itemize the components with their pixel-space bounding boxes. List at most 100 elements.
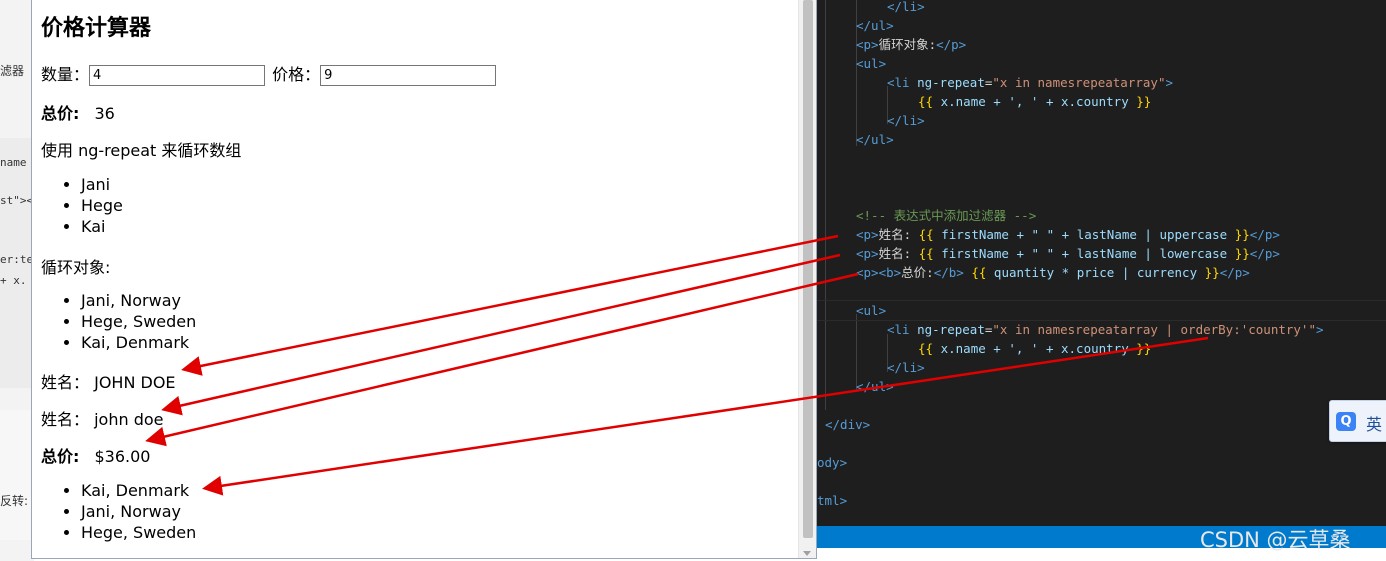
ime-logo-icon: Q: [1336, 412, 1356, 431]
uppercase-label: 姓名：: [41, 373, 90, 392]
code-token: </li>: [887, 360, 925, 375]
code-token: firstName + " " + lastName | uppercase: [933, 227, 1235, 242]
code-token: 姓名:: [878, 246, 912, 261]
background-fragment: + x.: [0, 274, 27, 287]
code-token: </ul>: [856, 132, 894, 147]
code-line: </ul>: [856, 377, 894, 396]
code-token: "x in namesrepeatarray": [992, 75, 1166, 90]
background-fragment: st"><: [0, 194, 34, 207]
code-line: </li>: [887, 111, 925, 130]
currency-value: $36.00: [94, 447, 151, 466]
vertical-scrollbar[interactable]: [798, 0, 816, 558]
code-comment: <!-- 表达式中添加过滤器 -->: [856, 208, 1037, 223]
price-input[interactable]: [320, 65, 497, 86]
currency-label: 总价:: [41, 447, 80, 466]
code-token: firstName + " " + lastName | lowercase: [933, 246, 1235, 261]
code-token: ody>: [817, 455, 848, 470]
code-token: <ul>: [856, 56, 887, 71]
list-item: Kai, Denmark: [81, 332, 196, 353]
code-line: </li>: [887, 358, 925, 377]
background-panel-lower: [0, 410, 34, 540]
ime-toggle-button[interactable]: Q 英: [1329, 400, 1386, 442]
code-line: </ul>: [856, 130, 894, 149]
code-line: <ul>: [856, 54, 886, 73]
code-token: <ul>: [856, 303, 887, 318]
code-token: ng-repeat: [917, 322, 985, 337]
code-line: ody>: [817, 453, 847, 472]
code-line: <p>循环对象:</p>: [856, 35, 966, 54]
code-line: <ul>: [856, 301, 886, 320]
code-line: <li ng-repeat="x in namesrepeatarray">: [887, 75, 1173, 90]
code-token: }}: [1136, 94, 1152, 109]
code-token: </li>: [887, 0, 925, 14]
scroll-down-arrow-icon[interactable]: [803, 551, 811, 556]
inputs-row: 数量： 价格：: [41, 61, 497, 86]
code-token: {{: [918, 94, 934, 109]
code-line: <p>姓名: {{ firstName + " " + lastName | u…: [856, 227, 1280, 242]
code-line: <p><b>总价:</b> {{ quantity * price | curr…: [856, 265, 1250, 280]
quantity-label: 数量：: [41, 65, 90, 84]
background-fragment: 滤器: [0, 64, 25, 78]
lowercase-label: 姓名：: [41, 410, 90, 429]
total-value: 36: [94, 104, 115, 123]
list-item: Jani, Norway: [81, 290, 196, 311]
list-item: Kai, Denmark: [81, 480, 196, 501]
list-item: Hege, Sweden: [81, 311, 196, 332]
code-line: <!-- 表达式中添加过滤器 -->: [856, 206, 1036, 225]
people-list: Jani, Norway Hege, Sweden Kai, Denmark: [41, 290, 196, 353]
code-line: {{ x.name + ', ' + x.country }}: [918, 92, 1151, 111]
repeat-intro: 使用 ng-repeat 来循环数组: [41, 141, 242, 160]
code-token: </p>: [936, 37, 967, 52]
watermark: CSDN @云草桑: [1200, 528, 1351, 552]
background-window: 滤器 name st">< er:te + x. 反转:: [0, 0, 34, 561]
browser-preview-window: 价格计算器 数量： 价格： 总价: 36 使用 ng-repeat 来循环数组 …: [31, 0, 817, 559]
total-row: 总价: 36: [41, 100, 115, 124]
price-label: 价格：: [272, 65, 321, 84]
code-line: <li ng-repeat="x in namesrepeatarray | o…: [887, 322, 1324, 337]
total-label: 总价:: [41, 104, 80, 123]
background-fragment: er:te: [0, 253, 34, 266]
list-item: Hege: [81, 195, 123, 216]
list-item: Jani: [81, 174, 123, 195]
quantity-input[interactable]: [89, 65, 266, 86]
code-token: <p>: [856, 37, 879, 52]
code-line: {{ x.name + ', ' + x.country }}: [918, 341, 1152, 356]
code-token: ng-repeat: [917, 75, 985, 90]
code-token: 循环对象:: [878, 37, 937, 52]
currency-row: 总价: $36.00: [41, 443, 150, 467]
code-token: </div>: [825, 417, 871, 432]
code-token: x.name + ', ' + x.country: [933, 341, 1137, 356]
list-item: Kai: [81, 216, 123, 237]
loop-objects-label: 循环对象:: [41, 258, 111, 277]
background-fragment: 反转:: [0, 494, 29, 508]
code-token: <li: [887, 322, 910, 337]
code-token: tml>: [817, 493, 848, 508]
page-title: 价格计算器: [41, 16, 152, 41]
code-token: quantity * price | currency: [986, 265, 1205, 280]
code-line: </li>: [887, 0, 925, 16]
current-line-highlight: [817, 300, 1386, 321]
code-token: 总价:: [901, 265, 934, 280]
code-token: </li>: [887, 113, 925, 128]
background-fragment: name: [0, 156, 27, 169]
names-list: Jani Hege Kai: [41, 174, 123, 237]
lowercase-row: 姓名： john doe: [41, 406, 164, 430]
code-token: 姓名:: [878, 227, 912, 242]
code-token: <li: [887, 75, 910, 90]
ime-mode-label: 英: [1366, 415, 1383, 434]
list-item: Hege, Sweden: [81, 522, 196, 543]
list-item: Jani, Norway: [81, 501, 196, 522]
code-line: </ul>: [856, 16, 894, 35]
ordered-people-list: Kai, Denmark Jani, Norway Hege, Sweden: [41, 480, 196, 543]
code-editor[interactable]: </li> </ul> <p>循环对象:</p> <ul> <li ng-rep…: [817, 0, 1386, 526]
uppercase-row: 姓名： JOHN DOE: [41, 369, 176, 393]
code-line: </div>: [825, 415, 870, 434]
code-token: </ul>: [856, 379, 894, 394]
lowercase-value: john doe: [94, 410, 164, 429]
indent-guide: [825, 0, 826, 410]
code-line: <p>姓名: {{ firstName + " " + lastName | l…: [856, 246, 1280, 261]
uppercase-value: JOHN DOE: [94, 373, 176, 392]
code-token: "x in namesrepeatarray | orderBy:'countr…: [992, 322, 1316, 337]
scrollbar-thumb[interactable]: [803, 0, 813, 538]
code-token: </ul>: [856, 18, 894, 33]
